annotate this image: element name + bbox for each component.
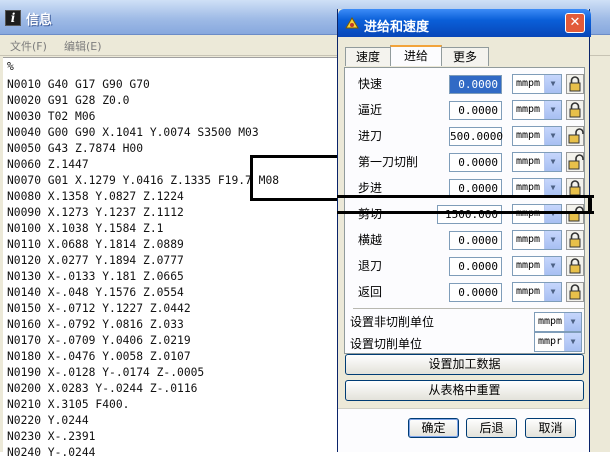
back-button[interactable]: 后退 bbox=[466, 418, 517, 438]
traverse-feed-input[interactable]: 0.0000 bbox=[449, 231, 502, 250]
annotation-highlight-end bbox=[588, 195, 592, 214]
lock-icon[interactable] bbox=[566, 282, 584, 302]
info-i-icon: i bbox=[5, 10, 21, 26]
annotation-box-feed bbox=[250, 155, 344, 201]
lock-icon[interactable] bbox=[566, 74, 584, 94]
menu-edit[interactable]: 编辑(E) bbox=[64, 38, 102, 54]
return-unit-select[interactable]: mmpm ▼ bbox=[512, 282, 562, 302]
set-machining-data-button[interactable]: 设置加工数据 bbox=[345, 354, 584, 375]
row-label-first-cut: 第一刀切削 bbox=[358, 155, 419, 169]
approach-feed-input[interactable]: 0.0000 bbox=[449, 101, 502, 120]
chevron-down-icon: ▼ bbox=[544, 101, 561, 119]
chevron-down-icon: ▼ bbox=[544, 153, 561, 171]
close-icon[interactable]: ✕ bbox=[565, 13, 585, 33]
cut-unit-select-global[interactable]: mmpr ▼ bbox=[534, 332, 582, 352]
cut-unit-label: 设置切削单位 bbox=[350, 337, 423, 351]
chevron-down-icon: ▼ bbox=[544, 127, 561, 145]
dialog-title-bar[interactable]: 进给和速度 ✕ bbox=[338, 9, 591, 37]
row-label-engage: 进刀 bbox=[358, 129, 383, 143]
traverse-unit-select[interactable]: mmpm ▼ bbox=[512, 230, 562, 250]
row-label-cut: 剪切 bbox=[358, 207, 383, 221]
lock-icon[interactable] bbox=[566, 256, 584, 276]
code-line: N0240 Y-.0244 bbox=[7, 446, 96, 459]
row-label-approach: 逼近 bbox=[358, 103, 383, 117]
unit-value: mmpr bbox=[538, 336, 563, 347]
cut-unit-select[interactable]: mmpm▼ bbox=[512, 204, 562, 224]
non-cut-unit-label: 设置非切削单位 bbox=[350, 315, 435, 329]
unit-value: mmpm bbox=[516, 104, 541, 115]
feeds-speeds-dialog: 进给和速度 ✕ 速度 进给 更多 快速 0.0000 mmpm ▼ 逼近 0.00… bbox=[337, 9, 591, 452]
row-label-return: 返回 bbox=[358, 285, 383, 299]
chevron-down-icon: ▼ bbox=[544, 231, 561, 249]
dialog-title: 进给和速度 bbox=[364, 20, 430, 35]
non-cut-unit-select[interactable]: mmpm ▼ bbox=[534, 312, 582, 332]
tab-speed[interactable]: 速度 bbox=[345, 47, 391, 66]
annotation-highlight-bottom bbox=[337, 211, 594, 214]
code-line: % bbox=[7, 60, 14, 73]
lock-icon[interactable] bbox=[566, 100, 584, 120]
tab-more[interactable]: 更多 bbox=[441, 47, 489, 66]
retract-unit-select[interactable]: mmpm ▼ bbox=[512, 256, 562, 276]
row-label-rapid: 快速 bbox=[358, 77, 383, 91]
dialog-button-bar: 确定 后退 取消 bbox=[338, 408, 589, 452]
unit-value: mmpm bbox=[538, 316, 563, 327]
row-label-retract: 退刀 bbox=[358, 259, 383, 273]
menu-file[interactable]: 文件(F) bbox=[10, 38, 47, 54]
unit-value: mmpm bbox=[516, 78, 541, 89]
nc-code-listing[interactable]: % N0010 G40 G17 G90 G70 N0020 G91 G28 Z0… bbox=[3, 57, 338, 459]
engage-feed-input[interactable]: 500.0000 bbox=[449, 127, 503, 146]
chevron-down-icon: ▼ bbox=[544, 283, 561, 301]
retract-feed-input[interactable]: 0.0000 bbox=[449, 257, 502, 276]
chevron-down-icon: ▼ bbox=[544, 257, 561, 275]
cut-feed-input[interactable]: 1500.000 bbox=[437, 205, 502, 224]
reset-from-table-button[interactable]: 从表格中重置 bbox=[345, 380, 584, 401]
approach-unit-select[interactable]: mmpm ▼ bbox=[512, 100, 562, 120]
unlock-icon[interactable] bbox=[566, 152, 584, 172]
unlock-icon[interactable] bbox=[566, 126, 584, 146]
chevron-down-icon: ▼ bbox=[564, 333, 581, 351]
unit-value: mmpm bbox=[516, 182, 541, 193]
ok-button[interactable]: 确定 bbox=[408, 418, 459, 438]
feeds-speeds-icon bbox=[345, 17, 359, 29]
lock-icon[interactable] bbox=[566, 230, 584, 250]
chevron-down-icon: ▼ bbox=[544, 75, 561, 93]
row-label-traverse: 横越 bbox=[358, 233, 383, 247]
tab-feed[interactable]: 进给 bbox=[390, 45, 442, 66]
cancel-button[interactable]: 取消 bbox=[525, 418, 576, 438]
rapid-feed-input[interactable]: 0.0000 bbox=[449, 75, 502, 94]
rapid-unit-select[interactable]: mmpm ▼ bbox=[512, 74, 562, 94]
chevron-down-icon: ▼ bbox=[564, 313, 581, 331]
unit-value: mmpm bbox=[516, 260, 541, 271]
unlock-icon[interactable] bbox=[566, 204, 584, 224]
annotation-highlight-top bbox=[337, 195, 594, 198]
first-cut-unit-select[interactable]: mmpm ▼ bbox=[512, 152, 562, 172]
return-feed-input[interactable]: 0.0000 bbox=[449, 283, 502, 302]
chevron-down-icon: ▼ bbox=[544, 205, 561, 223]
unit-value: mmpm bbox=[516, 156, 541, 167]
info-window-title: 信息 bbox=[26, 13, 53, 28]
unit-value: mmpm bbox=[516, 286, 541, 297]
unit-value: mmpm bbox=[516, 234, 541, 245]
engage-unit-select[interactable]: mmpm ▼ bbox=[512, 126, 562, 146]
separator bbox=[353, 308, 584, 309]
unit-value: mmpm bbox=[516, 130, 541, 141]
first-cut-feed-input[interactable]: 0.0000 bbox=[449, 153, 502, 172]
